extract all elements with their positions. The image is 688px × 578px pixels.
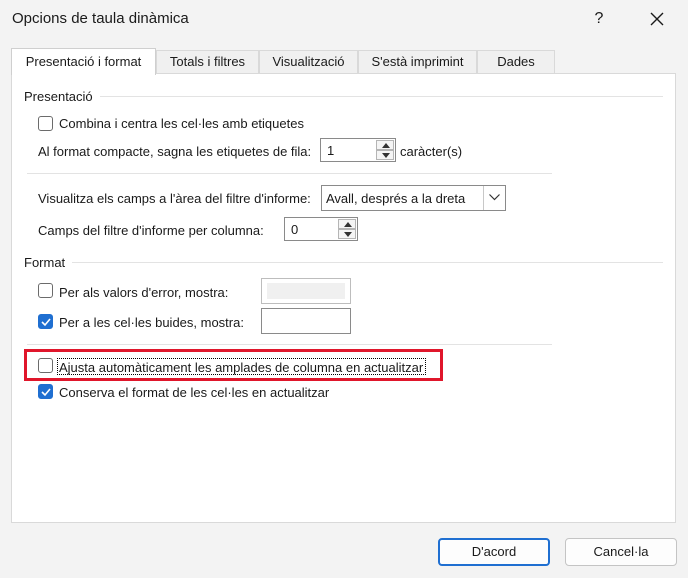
filter-area-select[interactable]: Avall, després a la dreta (321, 185, 506, 211)
section-divider (72, 262, 663, 263)
arrow-up-icon (382, 143, 390, 148)
filter-per-col-value: 0 (291, 222, 299, 237)
divider (27, 173, 552, 174)
merge-center-label: Combina i centra les cel·les amb etiquet… (59, 116, 304, 131)
close-icon (650, 12, 664, 26)
merge-center-checkbox[interactable] (38, 116, 53, 131)
section-format-heading: Format (24, 255, 66, 270)
tab-dades[interactable]: Dades (477, 50, 555, 74)
indent-label: Al format compacte, sagna les etiquetes … (38, 144, 312, 159)
dialog-title: Opcions de taula dinàmica (12, 10, 189, 27)
ok-button[interactable]: D'acord (438, 538, 550, 566)
error-values-label: Per als valors d'error, mostra: (59, 285, 229, 300)
preserve-format-label: Conserva el format de les cel·les en act… (59, 385, 330, 400)
divider (27, 344, 552, 345)
close-button[interactable] (642, 6, 672, 32)
filter-per-col-up-button[interactable] (338, 219, 356, 229)
section-presentacio-heading: Presentació (24, 89, 93, 104)
indent-value: 1 (327, 143, 335, 158)
preserve-format-checkbox[interactable] (38, 384, 53, 399)
tab-visualitzacio[interactable]: Visualització (259, 50, 358, 74)
indent-spinner[interactable]: 1 (320, 138, 396, 162)
arrow-down-icon (382, 153, 390, 158)
filter-per-col-label: Camps del filtre d'informe per columna: (38, 223, 264, 238)
filter-per-col-spinner-arrows (338, 219, 356, 239)
empty-cells-label: Per a les cel·les buides, mostra: (59, 315, 244, 330)
checkmark-icon (41, 318, 51, 327)
empty-cells-input[interactable] (261, 308, 351, 334)
title-bar: Opcions de taula dinàmica ? (0, 0, 688, 38)
indent-up-button[interactable] (376, 140, 394, 150)
tab-presentacio-format[interactable]: Presentació i format (11, 48, 156, 75)
empty-cells-checkbox[interactable] (38, 314, 53, 329)
error-values-input-fill (267, 283, 345, 299)
autofit-columns-checkbox[interactable] (38, 358, 53, 373)
help-button[interactable]: ? (584, 6, 614, 32)
checkmark-icon (41, 388, 51, 397)
filter-area-label: Visualitza els camps a l'àrea del filtre… (38, 191, 311, 206)
filter-area-dropdown-button[interactable] (483, 186, 505, 210)
chevron-down-icon (489, 194, 500, 201)
arrow-up-icon (344, 222, 352, 227)
indent-spinner-arrows (376, 140, 394, 160)
cancel-button[interactable]: Cancel·la (565, 538, 677, 566)
tab-totals-filtres[interactable]: Totals i filtres (156, 50, 259, 74)
error-values-checkbox[interactable] (38, 283, 53, 298)
indent-down-button[interactable] (376, 150, 394, 160)
filter-per-col-down-button[interactable] (338, 229, 356, 239)
filter-area-value: Avall, després a la dreta (326, 191, 466, 206)
section-divider (100, 96, 663, 97)
error-values-input[interactable] (261, 278, 351, 304)
indent-unit-label: caràcter(s) (400, 144, 463, 159)
autofit-columns-label: Ajusta automàticament les amplades de co… (59, 360, 424, 375)
filter-per-col-spinner[interactable]: 0 (284, 217, 358, 241)
arrow-down-icon (344, 232, 352, 237)
tab-imprimint[interactable]: S'està imprimint (358, 50, 477, 74)
